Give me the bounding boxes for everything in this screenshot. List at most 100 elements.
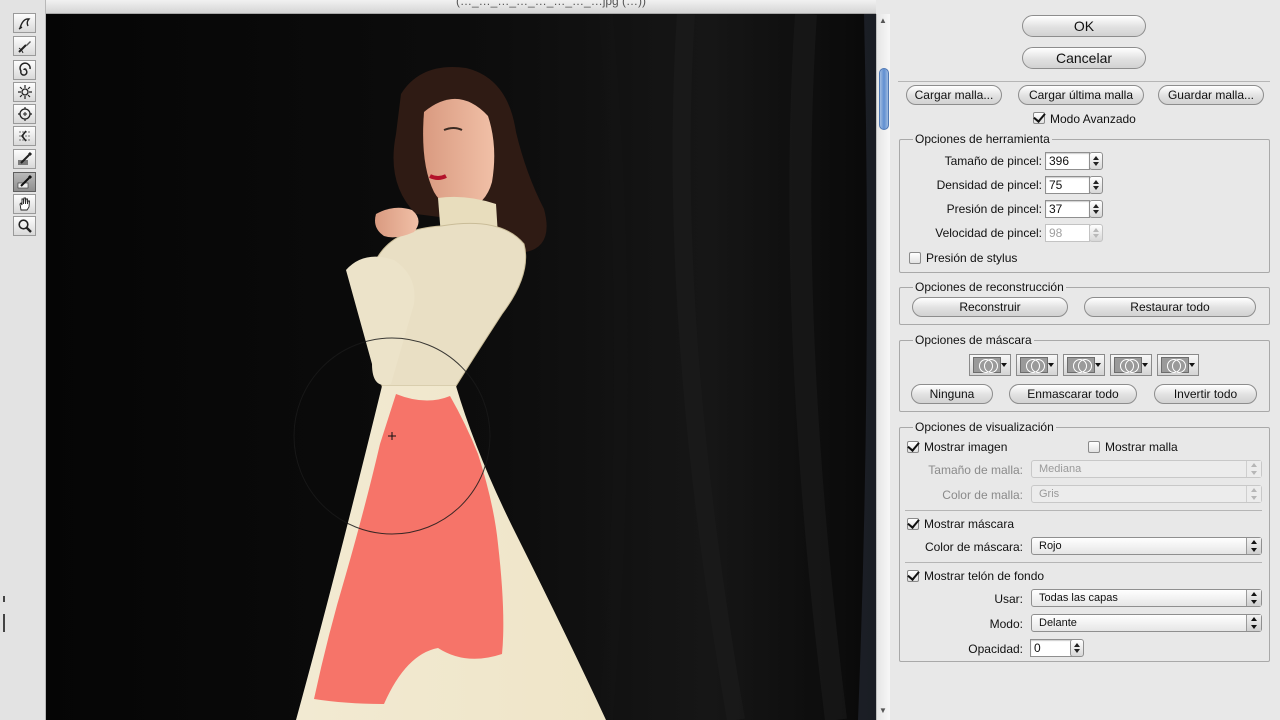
brush-rate-label: Velocidad de pincel: (935, 226, 1042, 240)
opacity-field[interactable]: 0 (1030, 639, 1075, 657)
invert-all-button[interactable]: Invertir todo (1154, 384, 1257, 404)
mesh-size-value: Mediana (1039, 463, 1082, 475)
popup-arrows-icon (1246, 486, 1261, 502)
popup-arrows-icon (1246, 615, 1261, 631)
brush-size-stepper[interactable] (1089, 152, 1103, 170)
reconstruct-brush-icon (17, 41, 31, 54)
mesh-size-select: Mediana (1031, 460, 1262, 478)
divider (905, 510, 1262, 511)
mode-value: Delante (1039, 617, 1077, 629)
tool-options-title: Opciones de herramienta (913, 132, 1052, 146)
view-options-title: Opciones de visualización (913, 420, 1056, 434)
ok-button[interactable]: OK (1022, 15, 1146, 37)
opacity-label: Opacidad: (968, 642, 1023, 656)
mask-intersect-icon (1114, 357, 1142, 373)
dropdown-arrow-icon (1048, 363, 1054, 367)
popup-arrows-icon (1246, 538, 1261, 554)
show-backdrop-label: Mostrar telón de fondo (924, 569, 1045, 583)
mask-add-icon (1020, 357, 1048, 373)
opacity-stepper[interactable] (1070, 639, 1084, 657)
mask-subtract-button[interactable] (1063, 354, 1105, 376)
load-last-mesh-button[interactable]: Cargar última malla (1018, 85, 1144, 105)
dropdown-arrow-icon (1095, 363, 1101, 367)
use-layers-select[interactable]: Todas las capas (1031, 589, 1262, 607)
thaw-mask-tool[interactable] (13, 172, 36, 192)
brush-rate-field: 98 (1045, 224, 1090, 242)
dropdown-arrow-icon (1142, 363, 1148, 367)
use-label: Usar: (994, 592, 1023, 606)
twirl-tool[interactable] (13, 60, 36, 80)
brush-density-label: Densidad de pincel: (936, 178, 1042, 192)
stylus-pressure-label: Presión de stylus (926, 251, 1018, 265)
edge-marker (3, 614, 5, 632)
stylus-pressure-checkbox[interactable] (909, 252, 921, 264)
brush-pressure-label: Presión de pincel: (946, 202, 1042, 216)
brush-density-field[interactable]: 75 (1045, 176, 1090, 194)
reconstruct-button[interactable]: Reconstruir (912, 297, 1068, 317)
dropdown-arrow-icon (1189, 363, 1195, 367)
hand-icon (19, 197, 30, 211)
mask-color-label: Color de máscara: (924, 540, 1023, 554)
scroll-down-arrow-icon[interactable]: ▼ (879, 706, 887, 715)
show-image-checkbox[interactable] (907, 441, 919, 453)
push-left-tool[interactable] (13, 126, 36, 146)
mask-color-select[interactable]: Rojo (1031, 537, 1262, 555)
cancel-button[interactable]: Cancelar (1022, 47, 1146, 69)
reconstruct-tool[interactable] (13, 36, 36, 56)
hand-tool[interactable] (13, 194, 36, 214)
use-layers-value: Todas las capas (1039, 592, 1118, 604)
advanced-mode-checkbox[interactable] (1033, 112, 1045, 124)
restore-all-button[interactable]: Restaurar todo (1084, 297, 1256, 317)
mask-add-button[interactable] (1016, 354, 1058, 376)
brush-pressure-stepper[interactable] (1089, 200, 1103, 218)
window-title: (…_…_…_…_…_…_…_…jpg (…)) (456, 0, 647, 8)
mask-replace-button[interactable] (969, 354, 1011, 376)
show-backdrop-checkbox[interactable] (907, 570, 919, 582)
zoom-tool[interactable] (13, 216, 36, 236)
preview-canvas[interactable] (46, 14, 876, 720)
preview-scrollbar[interactable]: ▲ ▼ (876, 14, 890, 720)
forward-warp-tool[interactable] (13, 13, 36, 33)
dropdown-arrow-icon (1001, 363, 1007, 367)
tool-palette (0, 0, 46, 720)
brush-rate-stepper (1089, 224, 1103, 242)
liquify-options-panel: OK Cancelar Cargar malla... Cargar últim… (890, 0, 1280, 720)
mesh-color-value: Gris (1039, 488, 1060, 500)
mask-options-title: Opciones de máscara (913, 333, 1034, 347)
window-title-bar: (…_…_…_…_…_…_…_…jpg (…)) (46, 0, 876, 14)
mask-replace-icon (973, 357, 1001, 373)
push-left-icon (18, 130, 31, 142)
brush-size-field[interactable]: 396 (1045, 152, 1090, 170)
bloat-tool[interactable] (13, 104, 36, 124)
advanced-mode-label: Modo Avanzado (1050, 112, 1136, 126)
show-mask-label: Mostrar máscara (924, 517, 1015, 531)
mask-color-value: Rojo (1039, 540, 1062, 552)
pucker-tool[interactable] (13, 82, 36, 102)
mask-invert-icon (1161, 357, 1189, 373)
brush-density-stepper[interactable] (1089, 176, 1103, 194)
mask-intersect-button[interactable] (1110, 354, 1152, 376)
reconstruct-options-title: Opciones de reconstrucción (913, 280, 1066, 294)
mesh-color-select: Gris (1031, 485, 1262, 503)
mask-invert-button[interactable] (1157, 354, 1199, 376)
mask-none-button[interactable]: Ninguna (911, 384, 993, 404)
show-mesh-checkbox[interactable] (1088, 441, 1100, 453)
twirl-icon (18, 62, 31, 76)
mask-all-button[interactable]: Enmascarar todo (1009, 384, 1137, 404)
mode-select[interactable]: Delante (1031, 614, 1262, 632)
scroll-up-arrow-icon[interactable]: ▲ (879, 16, 887, 25)
preview-image (46, 14, 876, 720)
zoom-icon (17, 219, 32, 233)
scroll-thumb[interactable] (879, 68, 889, 130)
freeze-mask-tool[interactable] (13, 149, 36, 169)
brush-pressure-field[interactable]: 37 (1045, 200, 1090, 218)
show-mask-checkbox[interactable] (907, 518, 919, 530)
save-mesh-button[interactable]: Guardar malla... (1158, 85, 1264, 105)
divider (898, 81, 1270, 82)
forward-warp-icon (18, 18, 30, 30)
freeze-mask-icon (17, 151, 32, 165)
mesh-size-label: Tamaño de malla: (928, 463, 1023, 477)
popup-arrows-icon (1246, 461, 1261, 477)
thaw-mask-icon (17, 174, 32, 189)
load-mesh-button[interactable]: Cargar malla... (906, 85, 1002, 105)
